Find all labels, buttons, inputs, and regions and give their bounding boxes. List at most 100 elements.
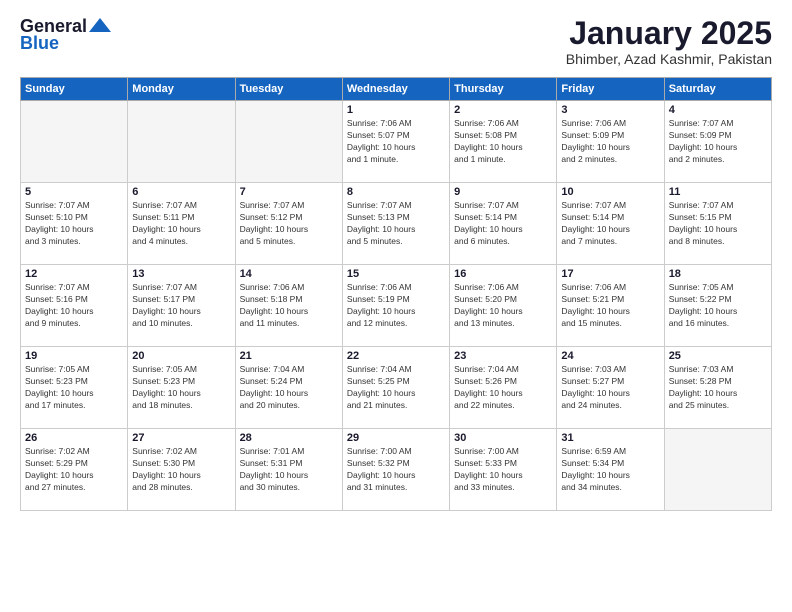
day-number: 23: [454, 350, 552, 362]
day-number: 10: [561, 186, 659, 198]
day-number: 3: [561, 104, 659, 116]
day-number: 20: [132, 350, 230, 362]
calendar-week-1: 1 Sunrise: 7:06 AM Sunset: 5:07 PM Daylig…: [21, 101, 772, 183]
calendar-cell: 31 Sunrise: 6:59 AM Sunset: 5:34 PM Dayli…: [557, 429, 664, 511]
day-info: Sunrise: 7:05 AM Sunset: 5:23 PM Dayligh…: [132, 364, 230, 412]
day-number: 24: [561, 350, 659, 362]
calendar-cell: 8Sunrise: 7:07 AM Sunset: 5:13 PM Daylig…: [342, 183, 449, 265]
day-info: Sunrise: 7:06 AM Sunset: 5:20 PM Dayligh…: [454, 282, 552, 330]
day-number: 2: [454, 104, 552, 116]
day-info: Sunrise: 7:06 AM Sunset: 5:07 PM Dayligh…: [347, 118, 445, 166]
day-number: 19: [25, 350, 123, 362]
calendar-cell: [21, 101, 128, 183]
day-number: 9: [454, 186, 552, 198]
calendar-cell: 29 Sunrise: 7:00 AM Sunset: 5:32 PM Dayli…: [342, 429, 449, 511]
day-number: 5: [25, 186, 123, 198]
day-info: Sunrise: 7:07 AM Sunset: 5:12 PM Dayligh…: [240, 200, 338, 248]
day-info: Sunrise: 7:05 AM Sunset: 5:23 PM Dayligh…: [25, 364, 123, 412]
day-number: 26: [25, 432, 123, 444]
day-info: Sunrise: 7:03 AM Sunset: 5:27 PM Dayligh…: [561, 364, 659, 412]
day-number: 18: [669, 268, 767, 280]
day-info: Sunrise: 7:04 AM Sunset: 5:25 PM Dayligh…: [347, 364, 445, 412]
day-number: 6: [132, 186, 230, 198]
month-title: January 2025: [566, 16, 772, 51]
day-number: 12: [25, 268, 123, 280]
calendar-week-3: 12 Sunrise: 7:07 AM Sunset: 5:16 PM Dayli…: [21, 265, 772, 347]
calendar-cell: 20 Sunrise: 7:05 AM Sunset: 5:23 PM Dayli…: [128, 347, 235, 429]
col-sunday: Sunday: [21, 78, 128, 101]
page: General Blue January 2025 Bhimber, Azad …: [0, 0, 792, 612]
calendar-cell: 4Sunrise: 7:07 AM Sunset: 5:09 PM Daylig…: [664, 101, 771, 183]
day-number: 29: [347, 432, 445, 444]
calendar-cell: 25 Sunrise: 7:03 AM Sunset: 5:28 PM Dayli…: [664, 347, 771, 429]
calendar-cell: 7 Sunrise: 7:07 AM Sunset: 5:12 PM Daylig…: [235, 183, 342, 265]
day-info: Sunrise: 7:03 AM Sunset: 5:28 PM Dayligh…: [669, 364, 767, 412]
day-info: Sunrise: 7:04 AM Sunset: 5:24 PM Dayligh…: [240, 364, 338, 412]
day-info: Sunrise: 7:07 AM Sunset: 5:10 PM Dayligh…: [25, 200, 123, 248]
day-info: Sunrise: 7:07 AM Sunset: 5:14 PM Dayligh…: [454, 200, 552, 248]
day-info: Sunrise: 6:59 AM Sunset: 5:34 PM Dayligh…: [561, 446, 659, 494]
calendar-cell: 13Sunrise: 7:07 AM Sunset: 5:17 PM Dayli…: [128, 265, 235, 347]
day-number: 13: [132, 268, 230, 280]
day-number: 1: [347, 104, 445, 116]
calendar-cell: 18 Sunrise: 7:05 AM Sunset: 5:22 PM Dayli…: [664, 265, 771, 347]
day-info: Sunrise: 7:06 AM Sunset: 5:08 PM Dayligh…: [454, 118, 552, 166]
calendar-week-4: 19 Sunrise: 7:05 AM Sunset: 5:23 PM Dayli…: [21, 347, 772, 429]
calendar-cell: 22 Sunrise: 7:04 AM Sunset: 5:25 PM Dayli…: [342, 347, 449, 429]
day-number: 17: [561, 268, 659, 280]
calendar-cell: 9 Sunrise: 7:07 AM Sunset: 5:14 PM Daylig…: [450, 183, 557, 265]
calendar-cell: 1 Sunrise: 7:06 AM Sunset: 5:07 PM Daylig…: [342, 101, 449, 183]
calendar-cell: 24 Sunrise: 7:03 AM Sunset: 5:27 PM Dayli…: [557, 347, 664, 429]
col-wednesday: Wednesday: [342, 78, 449, 101]
calendar-week-5: 26 Sunrise: 7:02 AM Sunset: 5:29 PM Dayli…: [21, 429, 772, 511]
day-number: 28: [240, 432, 338, 444]
day-info: Sunrise: 7:07 AM Sunset: 5:16 PM Dayligh…: [25, 282, 123, 330]
day-info: Sunrise: 7:07 AM Sunset: 5:15 PM Dayligh…: [669, 200, 767, 248]
day-info: Sunrise: 7:02 AM Sunset: 5:29 PM Dayligh…: [25, 446, 123, 494]
calendar-cell: 19 Sunrise: 7:05 AM Sunset: 5:23 PM Dayli…: [21, 347, 128, 429]
day-number: 15: [347, 268, 445, 280]
calendar-table: Sunday Monday Tuesday Wednesday Thursday…: [20, 77, 772, 511]
day-number: 27: [132, 432, 230, 444]
calendar-cell: 10Sunrise: 7:07 AM Sunset: 5:14 PM Dayli…: [557, 183, 664, 265]
day-info: Sunrise: 7:02 AM Sunset: 5:30 PM Dayligh…: [132, 446, 230, 494]
day-number: 21: [240, 350, 338, 362]
calendar-cell: 23 Sunrise: 7:04 AM Sunset: 5:26 PM Dayli…: [450, 347, 557, 429]
day-number: 31: [561, 432, 659, 444]
day-info: Sunrise: 7:01 AM Sunset: 5:31 PM Dayligh…: [240, 446, 338, 494]
day-info: Sunrise: 7:00 AM Sunset: 5:32 PM Dayligh…: [347, 446, 445, 494]
day-info: Sunrise: 7:06 AM Sunset: 5:19 PM Dayligh…: [347, 282, 445, 330]
day-info: Sunrise: 7:05 AM Sunset: 5:22 PM Dayligh…: [669, 282, 767, 330]
day-info: Sunrise: 7:06 AM Sunset: 5:18 PM Dayligh…: [240, 282, 338, 330]
calendar-cell: 21 Sunrise: 7:04 AM Sunset: 5:24 PM Dayli…: [235, 347, 342, 429]
day-info: Sunrise: 7:04 AM Sunset: 5:26 PM Dayligh…: [454, 364, 552, 412]
calendar-week-2: 5 Sunrise: 7:07 AM Sunset: 5:10 PM Daylig…: [21, 183, 772, 265]
calendar-cell: 17 Sunrise: 7:06 AM Sunset: 5:21 PM Dayli…: [557, 265, 664, 347]
day-number: 16: [454, 268, 552, 280]
day-number: 30: [454, 432, 552, 444]
day-number: 14: [240, 268, 338, 280]
day-number: 8: [347, 186, 445, 198]
day-info: Sunrise: 7:06 AM Sunset: 5:21 PM Dayligh…: [561, 282, 659, 330]
day-number: 7: [240, 186, 338, 198]
logo: General Blue: [20, 16, 111, 54]
calendar-cell: 26 Sunrise: 7:02 AM Sunset: 5:29 PM Dayli…: [21, 429, 128, 511]
day-info: Sunrise: 7:00 AM Sunset: 5:33 PM Dayligh…: [454, 446, 552, 494]
day-number: 25: [669, 350, 767, 362]
day-number: 22: [347, 350, 445, 362]
logo-icon: [89, 18, 111, 32]
header-row: Sunday Monday Tuesday Wednesday Thursday…: [21, 78, 772, 101]
col-tuesday: Tuesday: [235, 78, 342, 101]
logo-blue: Blue: [20, 33, 59, 54]
day-info: Sunrise: 7:06 AM Sunset: 5:09 PM Dayligh…: [561, 118, 659, 166]
calendar-cell: 30 Sunrise: 7:00 AM Sunset: 5:33 PM Dayli…: [450, 429, 557, 511]
day-number: 4: [669, 104, 767, 116]
calendar-cell: [235, 101, 342, 183]
col-friday: Friday: [557, 78, 664, 101]
day-info: Sunrise: 7:07 AM Sunset: 5:11 PM Dayligh…: [132, 200, 230, 248]
calendar-cell: [664, 429, 771, 511]
calendar-cell: 16 Sunrise: 7:06 AM Sunset: 5:20 PM Dayli…: [450, 265, 557, 347]
calendar-cell: 2 Sunrise: 7:06 AM Sunset: 5:08 PM Daylig…: [450, 101, 557, 183]
calendar-cell: 28 Sunrise: 7:01 AM Sunset: 5:31 PM Dayli…: [235, 429, 342, 511]
calendar-cell: 3 Sunrise: 7:06 AM Sunset: 5:09 PM Daylig…: [557, 101, 664, 183]
